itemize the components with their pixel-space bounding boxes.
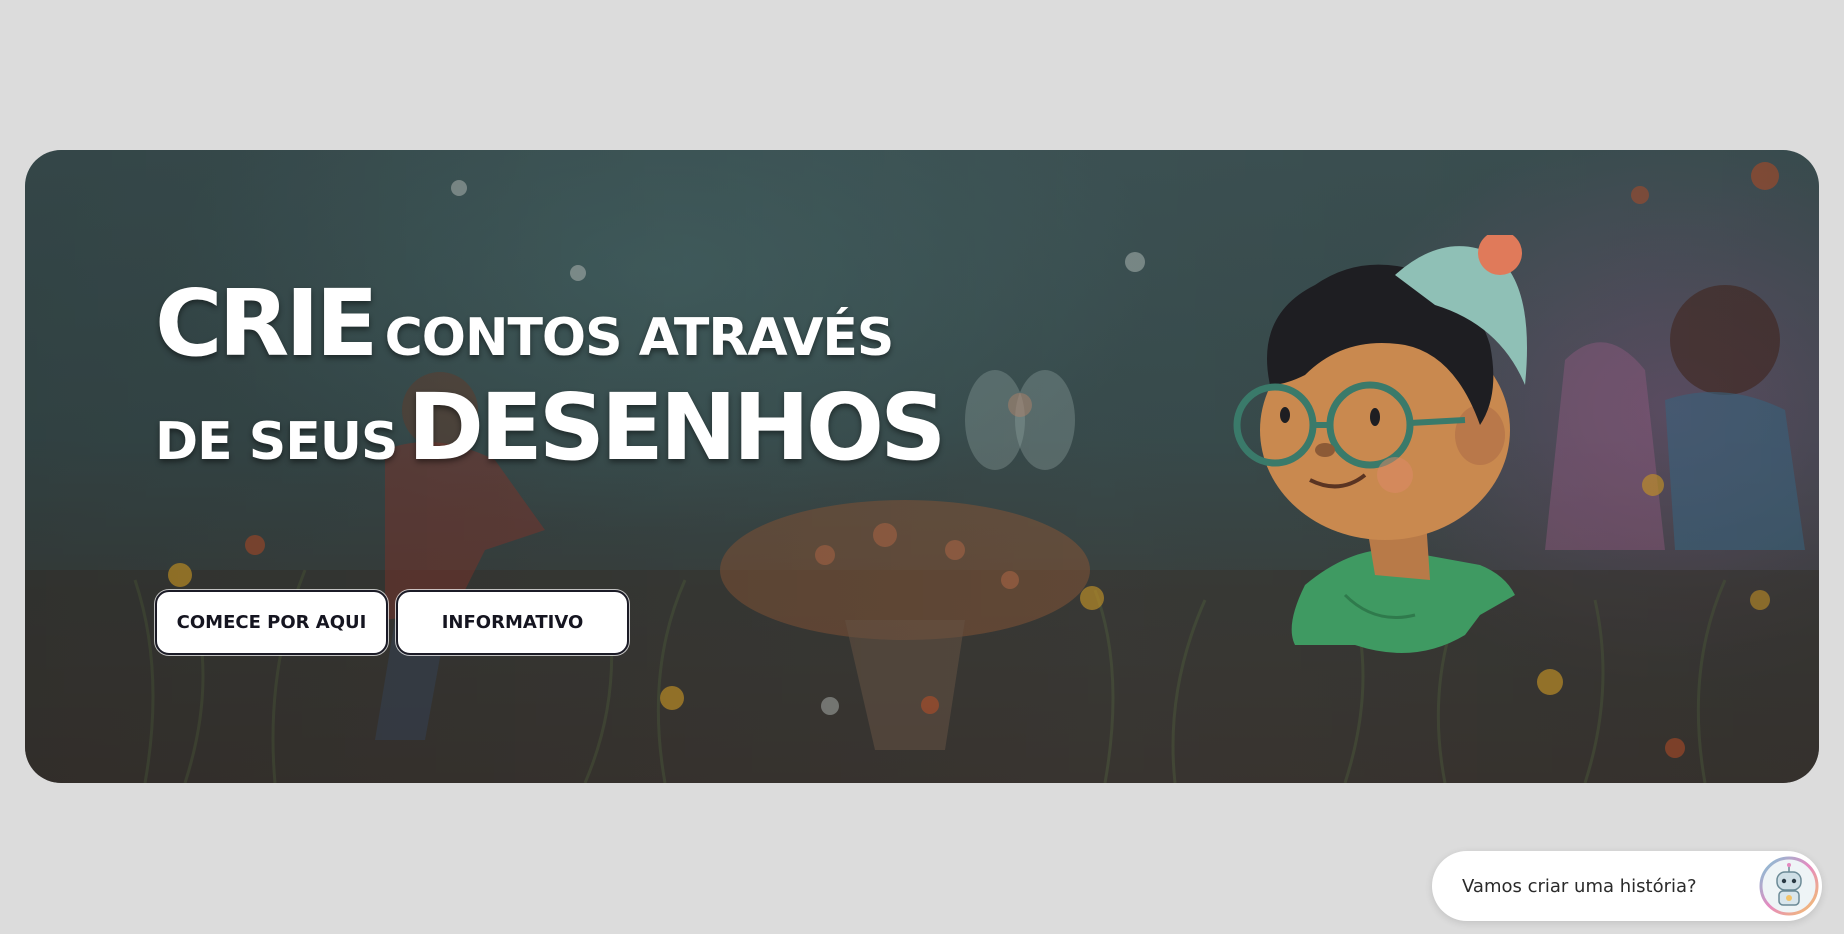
- chat-prompt-text: Vamos criar uma história?: [1462, 875, 1697, 897]
- headline-word-crie: CRIE: [155, 270, 378, 377]
- headline-phrase-contos: CONTOS ATRAVÉS: [384, 308, 895, 368]
- hero-banner: CRIE CONTOS ATRAVÉS DE SEUS DESENHOS COM…: [25, 150, 1819, 783]
- robot-avatar-icon[interactable]: [1759, 856, 1819, 916]
- info-button[interactable]: INFORMATIVO: [396, 590, 629, 655]
- headline-phrase-de-seus: DE SEUS: [155, 412, 398, 472]
- headline-word-desenhos: DESENHOS: [407, 374, 947, 481]
- hero-actions: COMECE POR AQUI INFORMATIVO: [155, 590, 629, 655]
- chat-launcher[interactable]: Vamos criar uma história?: [1432, 851, 1822, 921]
- headline-line-2: DE SEUS DESENHOS: [155, 382, 946, 486]
- headline-line-1: CRIE CONTOS ATRAVÉS: [155, 278, 942, 382]
- start-button[interactable]: COMECE POR AQUI: [155, 590, 388, 655]
- boy-with-glasses-and-beanie-illustration: [1233, 235, 1527, 653]
- hero-headline: CRIE CONTOS ATRAVÉS DE SEUS DESENHOS: [155, 278, 946, 486]
